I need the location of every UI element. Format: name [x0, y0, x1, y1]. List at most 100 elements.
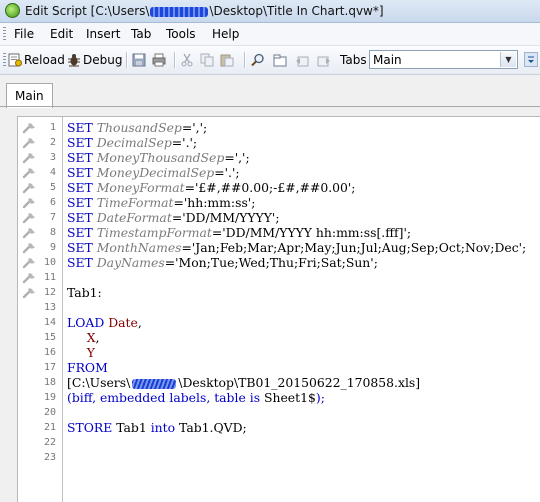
menu-grip-handle[interactable]	[3, 27, 6, 41]
code-token: SET	[67, 240, 97, 255]
wrench-icon	[22, 240, 38, 254]
window-title: Edit Script [C:\Users\ \Desktop\Title In …	[25, 4, 384, 18]
code-token: Date	[108, 315, 138, 330]
code-token: =',';	[224, 150, 250, 165]
paste-icon	[220, 54, 234, 67]
code-line[interactable]: 2 SET DecimalSep='.';	[18, 135, 540, 150]
wrench-icon	[22, 225, 38, 239]
code-line[interactable]: 12 Tab1:	[18, 285, 540, 300]
code-line[interactable]: 6 SET TimeFormat='hh:mm:ss';	[18, 195, 540, 210]
menu-edit[interactable]: Edit	[50, 27, 73, 41]
script-editor[interactable]: 1 SET ThousandSep=','; 2 SET DecimalSep='.'…	[17, 116, 540, 502]
code-line[interactable]: 23	[18, 450, 540, 465]
line-number: 3	[49, 152, 56, 163]
demote-tab-button[interactable]	[317, 52, 331, 68]
line-number: 5	[49, 182, 56, 193]
code-line[interactable]: 4 SET MoneyDecimalSep='.';	[18, 165, 540, 180]
code-line[interactable]: 5 SET MoneyFormat='£#,##0.00;-£#,##0.00';	[18, 180, 540, 195]
menu-tools[interactable]: Tools	[166, 27, 196, 41]
line-number: 12	[43, 287, 56, 298]
copy-icon	[200, 53, 214, 67]
code-line[interactable]: 14 LOAD Date,	[18, 315, 540, 330]
add-tab-button[interactable]	[273, 52, 287, 68]
print-button[interactable]	[152, 52, 166, 68]
code-token: SET	[67, 135, 97, 150]
tab-icon	[273, 54, 287, 67]
chevron-down-icon[interactable]: ▼	[500, 52, 516, 67]
bug-icon	[68, 54, 80, 67]
copy-button[interactable]	[200, 52, 214, 68]
line-number: 2	[49, 137, 56, 148]
menu-file[interactable]: File	[14, 27, 34, 41]
code-token: SET	[67, 180, 97, 195]
wrench-icon	[22, 255, 38, 269]
cut-button[interactable]	[180, 52, 194, 68]
line-number: 10	[43, 257, 56, 268]
title-bar: Edit Script [C:\Users\ \Desktop\Title In …	[0, 0, 540, 23]
code-token: ='.';	[214, 165, 240, 180]
reload-icon	[8, 53, 22, 67]
tab-main[interactable]: Main	[6, 83, 53, 108]
code-token: FROM	[67, 360, 108, 375]
code-token: (biff, embedded labels, table is	[67, 390, 264, 405]
wrench-icon	[22, 150, 38, 164]
promote-tab-button[interactable]	[295, 52, 309, 68]
code-line[interactable]: 11	[18, 270, 540, 285]
code-line[interactable]: 21 STORE Tab1 into Tab1.QVD;	[18, 420, 540, 435]
code-line[interactable]: 3 SET MoneyThousandSep=',';	[18, 150, 540, 165]
code-line[interactable]: 18 [C:\Users\ \Desktop\TB01_20150622_17085…	[18, 375, 540, 390]
wrench-icon	[22, 285, 38, 299]
code-text: SET MonthNames='Jan;Feb;Mar;Apr;May;Jun;…	[67, 240, 526, 255]
debug-button[interactable]: Debug	[67, 52, 122, 68]
reload-button[interactable]: Reload	[8, 52, 65, 68]
code-text: LOAD Date,	[67, 315, 142, 330]
code-line[interactable]: 1 SET ThousandSep=',';	[18, 120, 540, 135]
toolbar: Reload Debug Tabs Main ▼	[0, 46, 540, 75]
code-text: X,	[67, 330, 100, 345]
code-line[interactable]: 22	[18, 435, 540, 450]
tabs-dropdown[interactable]: Main ▼	[369, 50, 518, 69]
script-tab-strip: Main	[0, 75, 540, 108]
code-token: SET	[67, 165, 97, 180]
code-text: FROM	[67, 360, 108, 375]
code-line[interactable]: 13	[18, 300, 540, 315]
code-token: ='hh:mm:ss';	[173, 195, 256, 210]
toolbar-grip-handle[interactable]	[3, 53, 6, 67]
code-token: MoneyFormat	[96, 180, 185, 195]
line-number: 8	[49, 227, 56, 238]
menu-help[interactable]: Help	[212, 27, 239, 41]
code-line[interactable]: 17 FROM	[18, 360, 540, 375]
wrench-icon	[22, 165, 38, 179]
toolbar-options-icon[interactable]	[524, 52, 538, 67]
qlikview-app-icon	[5, 3, 20, 18]
line-number: 16	[43, 347, 56, 358]
code-line[interactable]: 20	[18, 405, 540, 420]
code-line[interactable]: 10 SET DayNames='Mon;Tue;Wed;Thu;Fri;Sat;…	[18, 255, 540, 270]
menu-insert[interactable]: Insert	[86, 27, 120, 41]
code-token: ThousandSep	[96, 120, 182, 135]
code-token: SET	[67, 120, 97, 135]
code-token: );	[315, 390, 325, 405]
menu-tab[interactable]: Tab	[131, 27, 151, 41]
paste-button[interactable]	[220, 52, 234, 68]
code-token: [C:\Users\	[67, 375, 131, 390]
find-button[interactable]	[251, 52, 265, 68]
code-line[interactable]: 7 SET DateFormat='DD/MM/YYYY';	[18, 210, 540, 225]
code-line[interactable]: 8 SET TimestampFormat='DD/MM/YYYY hh:mm:s…	[18, 225, 540, 240]
code-token: ,	[137, 315, 142, 330]
code-token: MonthNames	[96, 240, 182, 255]
tab-strip-divider	[0, 106, 540, 107]
line-number: 22	[43, 437, 56, 448]
code-token: TimestampFormat	[96, 225, 212, 240]
code-text: SET MoneyThousandSep=',';	[67, 150, 250, 165]
code-line[interactable]: 15 X,	[18, 330, 540, 345]
save-button[interactable]	[132, 52, 146, 68]
code-token: Tab1	[116, 420, 151, 435]
code-line[interactable]: 16 Y	[18, 345, 540, 360]
code-line[interactable]: 9 SET MonthNames='Jan;Feb;Mar;Apr;May;Jun…	[18, 240, 540, 255]
code-token: MoneyDecimalSep	[96, 165, 215, 180]
code-line[interactable]: 19 (biff, embedded labels, table is Sheet…	[18, 390, 540, 405]
line-number: 21	[43, 422, 56, 433]
code-token: SET	[67, 210, 97, 225]
